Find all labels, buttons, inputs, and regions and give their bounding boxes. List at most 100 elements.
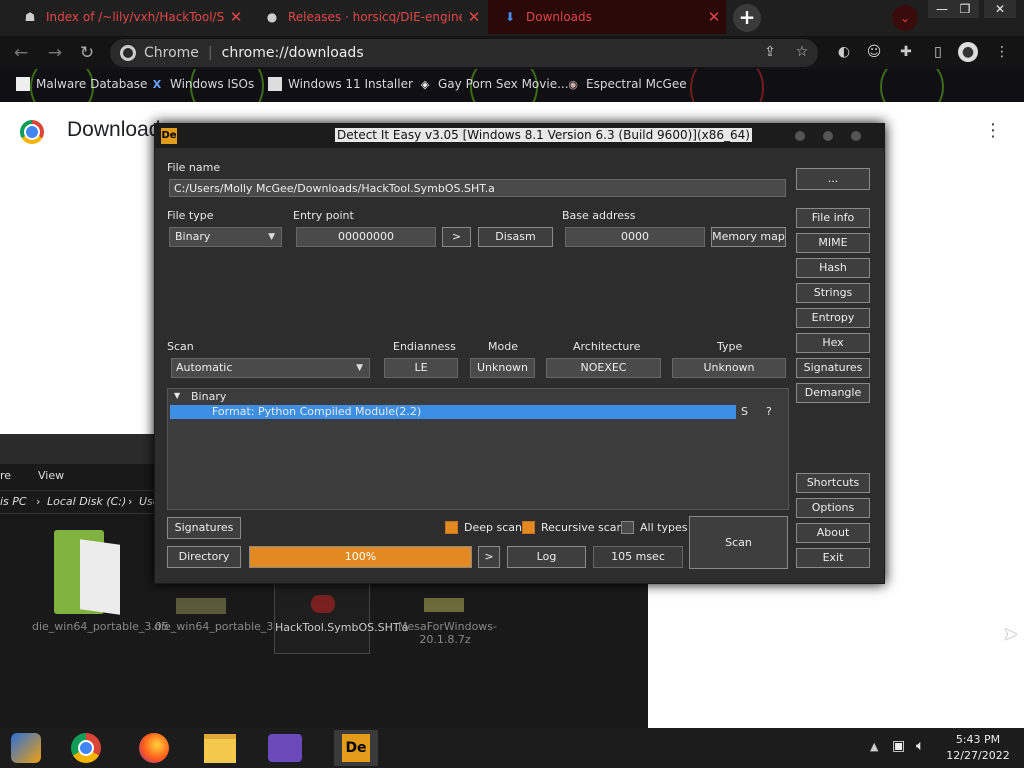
tab-title: Releases · horsicq/DIE-engine <box>288 10 462 24</box>
tab-releases[interactable]: ● Releases · horsicq/DIE-engine ✕ <box>250 0 486 34</box>
minimize-icon[interactable] <box>795 131 805 141</box>
star-icon[interactable]: ☆ <box>792 42 812 62</box>
scan-label: Scan <box>167 340 194 353</box>
menu-item[interactable]: re <box>0 469 11 482</box>
extension-avatar-icon[interactable]: ☺ <box>864 42 884 62</box>
taskbar: De ▲ ▣ 🔈︎ 5:43 PM 12/27/2022 <box>0 728 1024 768</box>
chevron-down-icon[interactable]: ▼ <box>174 391 180 400</box>
mime-button[interactable]: MIME <box>796 233 870 253</box>
directory-button[interactable]: Directory <box>167 546 241 568</box>
entry-point-go-button[interactable]: > <box>442 227 471 247</box>
bookmark-windows-11-installer[interactable]: Windows 11 Installer <box>268 77 413 91</box>
disasm-button[interactable]: Disasm <box>478 227 553 247</box>
extensions-puzzle-icon[interactable]: ✚ <box>896 42 916 62</box>
share-icon[interactable]: ⇪ <box>760 42 780 62</box>
tab-downloads[interactable]: ⬇ Downloads ✕ <box>488 0 726 34</box>
people-app-taskbar-icon[interactable] <box>262 730 308 766</box>
hash-button[interactable]: Hash <box>796 258 870 278</box>
x-icon: X <box>152 77 162 91</box>
restore-icon[interactable]: ❐ <box>951 0 979 18</box>
about-button[interactable]: About <box>796 523 870 543</box>
result-row-selected[interactable]: Format: Python Compiled Module(2.2) <box>170 405 736 419</box>
file-name-field[interactable]: C:/Users/Molly McGee/Downloads/HackTool.… <box>169 179 786 197</box>
scan-result-tree[interactable]: ▼ Binary Format: Python Compiled Module(… <box>167 388 789 510</box>
file-type-select[interactable]: Binary ▼ <box>169 227 282 247</box>
elapsed-time: 105 msec <box>593 546 683 568</box>
all-types-checkbox[interactable] <box>621 521 634 534</box>
base-address-field[interactable]: 0000 <box>565 227 705 247</box>
deep-scan-label: Deep scan <box>464 521 522 534</box>
maximize-icon[interactable] <box>823 131 833 141</box>
more-menu-icon[interactable]: ⋮ <box>992 42 1012 62</box>
extension-flag-icon[interactable]: ◐ <box>834 42 854 62</box>
side-panel-icon[interactable]: ▯ <box>928 42 948 62</box>
log-button[interactable]: Log <box>507 546 586 568</box>
exit-button[interactable]: Exit <box>796 548 870 568</box>
file-item[interactable]: die_win64_portable_3.05 <box>32 514 169 652</box>
bookmark-malware-database[interactable]: Malware Database <box>16 77 147 91</box>
entry-point-field[interactable]: 00000000 <box>296 227 436 247</box>
window-close-icon[interactable]: ✕ <box>984 0 1016 18</box>
architecture-field: NOEXEC <box>546 358 661 378</box>
taskbar-clock[interactable]: 5:43 PM 12/27/2022 <box>940 732 1016 764</box>
chevron-up-icon[interactable]: ▲ <box>870 740 878 753</box>
breadcrumb-item[interactable]: is PC <box>0 495 27 508</box>
profile-icon[interactable]: ● <box>958 42 978 62</box>
close-icon[interactable]: ✕ <box>224 8 248 26</box>
bookmark-espectral-mcgee[interactable]: ◉ Espectral McGee <box>566 77 686 91</box>
reload-icon[interactable]: ↻ <box>74 40 100 66</box>
scan-mode-select[interactable]: Automatic ▼ <box>171 358 370 378</box>
firefox-taskbar-icon[interactable] <box>134 730 174 766</box>
address-bar[interactable]: Chrome | chrome://downloads <box>110 39 818 67</box>
tab-index-of[interactable]: ☗ Index of /~lily/vxh/HackTool/Sy ✕ <box>8 0 248 34</box>
close-icon[interactable]: ✕ <box>462 8 486 26</box>
bookmark-label: Windows ISOs <box>170 77 255 91</box>
file-explorer-taskbar-icon[interactable] <box>200 730 240 766</box>
file-name: HackTool.SymbOS.SHT.a <box>275 621 409 634</box>
browse-button[interactable]: ... <box>796 168 870 190</box>
options-button[interactable]: Options <box>796 498 870 518</box>
tab-title: Index of /~lily/vxh/HackTool/Sy <box>46 10 224 24</box>
progress-more-button[interactable]: > <box>478 546 500 568</box>
file-name: MesaForWindows-20.1.8.7z <box>398 620 497 646</box>
demangle-button[interactable]: Demangle <box>796 383 870 403</box>
hex-button[interactable]: Hex <box>796 333 870 353</box>
bookmark-movie[interactable]: ◈ Gay Porn Sex Movie... <box>418 77 569 91</box>
result-flag: S <box>741 405 748 418</box>
network-icon[interactable]: ▣ <box>892 738 905 754</box>
result-info-button[interactable]: ? <box>766 405 772 418</box>
shortcuts-button[interactable]: Shortcuts <box>796 473 870 493</box>
scan-button[interactable]: Scan <box>689 516 788 569</box>
start-app-icon[interactable] <box>6 730 46 766</box>
back-arrow-icon[interactable]: ← <box>8 40 34 66</box>
signatures-side-button[interactable]: Signatures <box>796 358 870 378</box>
file-type-label: File type <box>167 209 214 222</box>
menu-item-view[interactable]: View <box>38 469 64 482</box>
breadcrumb-item[interactable]: Local Disk (C:) <box>47 495 126 508</box>
endianness-field: LE <box>384 358 458 378</box>
strings-button[interactable]: Strings <box>796 283 870 303</box>
deep-scan-checkbox[interactable] <box>445 521 458 534</box>
browser-toolbar: ← → ↻ Chrome | chrome://downloads ⇪ ☆ ◐ … <box>0 36 1024 69</box>
close-icon[interactable] <box>851 131 861 141</box>
github-icon: ● <box>266 10 278 24</box>
chrome-taskbar-icon[interactable] <box>66 730 106 766</box>
forward-arrow-icon[interactable]: → <box>42 40 68 66</box>
tab-search-chevron-icon[interactable]: ⌄ <box>892 5 918 31</box>
more-menu-icon[interactable]: ⋮ <box>984 120 1002 141</box>
die-taskbar-icon[interactable]: De <box>334 730 378 766</box>
bookmark-label: Malware Database <box>36 77 148 91</box>
signatures-button[interactable]: Signatures <box>167 517 241 539</box>
entropy-button[interactable]: Entropy <box>796 308 870 328</box>
clock-time: 5:43 PM <box>955 733 1001 746</box>
memory-map-button[interactable]: Memory map <box>711 227 786 247</box>
die-titlebar[interactable]: De Detect It Easy v3.05 [Windows 8.1 Ver… <box>155 124 884 148</box>
new-tab-button[interactable]: + <box>733 4 761 32</box>
file-info-button[interactable]: File info <box>796 208 870 228</box>
volume-icon[interactable]: 🔈︎ <box>916 738 924 754</box>
bookmark-windows-isos[interactable]: X Windows ISOs <box>150 77 254 91</box>
recursive-scan-checkbox[interactable] <box>522 521 535 534</box>
theme-decoration <box>880 69 944 102</box>
chevron-down-icon: ▼ <box>268 232 275 242</box>
close-icon[interactable]: ✕ <box>702 8 726 26</box>
